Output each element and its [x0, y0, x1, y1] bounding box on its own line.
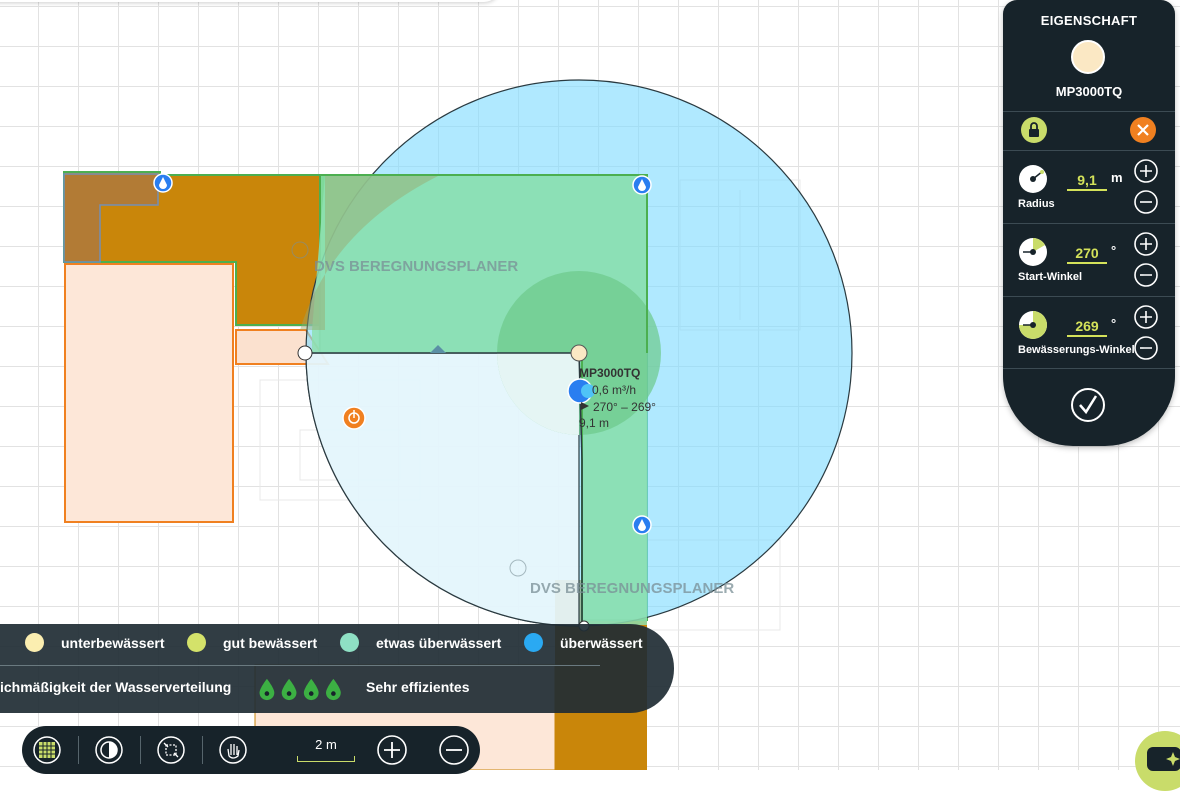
nozzle-color-swatch[interactable] [1071, 40, 1105, 74]
fit-view-icon[interactable] [156, 735, 186, 765]
radius-minus-button[interactable] [1133, 189, 1159, 215]
radius-label: Radius [1018, 198, 1055, 210]
irrigation-angle-unit: ° [1111, 316, 1117, 331]
angle-handle[interactable] [570, 344, 588, 362]
sprinkler-pin-2[interactable] [632, 175, 652, 195]
chat-icon [1147, 747, 1180, 771]
lock-icon[interactable] [1021, 117, 1047, 143]
legend-dot-good [187, 633, 206, 652]
nozzle-model: MP3000TQ [1055, 84, 1123, 99]
legend-bar: t unterbewässert gut bewässert etwas übe… [0, 624, 674, 713]
irrigation-angle-plus-button[interactable] [1133, 304, 1159, 330]
water-tap-icon[interactable] [342, 406, 366, 430]
zoom-out-button[interactable] [438, 734, 470, 766]
top-card [0, 0, 500, 2]
sprinkler-flow-label: 0,6 m³/h [592, 383, 636, 397]
property-panel: EIGENSCHAFT MP3000TQ Radius 9,1 m Start-… [1003, 0, 1175, 446]
contrast-icon[interactable] [94, 735, 124, 765]
sprinkler-angle-label: 270° – 269° [593, 400, 656, 414]
legend-item-over: überwässert [524, 633, 642, 652]
pan-hand-icon[interactable] [218, 735, 248, 765]
sprinkler-model-label: MP3000TQ [579, 366, 640, 380]
start-angle-plus-button[interactable] [1133, 231, 1159, 257]
sprinkler-pin-1[interactable] [153, 173, 173, 193]
svg-text:DVS BEREGNUNGSPLANER: DVS BEREGNUNGSPLANER [314, 258, 518, 275]
radius-handle-left[interactable] [297, 345, 313, 361]
radius-input[interactable]: 9,1 [1067, 172, 1107, 191]
legend-dot-under [25, 633, 44, 652]
radius-unit: m [1111, 170, 1123, 185]
start-angle-dial-icon [1019, 238, 1047, 266]
legend-item-under: unterbewässert [25, 633, 164, 652]
irrigation-angle-minus-button[interactable] [1133, 335, 1159, 361]
sprinkler-pin-3[interactable] [632, 515, 652, 535]
start-angle-label: Start-Winkel [1018, 271, 1083, 283]
irrigation-angle-input[interactable]: 269 [1067, 318, 1107, 337]
panel-title: EIGENSCHAFT [1040, 13, 1138, 28]
terrace-area[interactable] [64, 263, 234, 523]
zoom-in-button[interactable] [376, 734, 408, 766]
grid-toggle-icon[interactable] [32, 735, 62, 765]
assistant-button[interactable] [1135, 731, 1180, 791]
efficiency-drops-icon [259, 678, 341, 701]
irrigation-angle-label: Bewässerungs-Winkel [1018, 344, 1135, 356]
start-angle-unit: ° [1111, 243, 1117, 258]
start-angle-minus-button[interactable] [1133, 262, 1159, 288]
close-icon[interactable] [1130, 117, 1156, 143]
legend-item-slightly-over: etwas überwässert [340, 633, 501, 652]
svg-text:DVS BEREGNUNGSPLANER: DVS BEREGNUNGSPLANER [530, 580, 734, 597]
radius-row: Radius 9,1 m [1003, 150, 1175, 222]
scale-label: 2 m [315, 737, 337, 752]
legend-dot-over [524, 633, 543, 652]
efficiency-label: Sehr effizientes [366, 679, 470, 695]
start-angle-row: Start-Winkel 270 ° [1003, 223, 1175, 295]
irrigation-angle-dial-icon [1019, 311, 1047, 339]
confirm-check-button[interactable] [1069, 386, 1107, 424]
legend-dot-slightly-over [340, 633, 359, 652]
radius-plus-button[interactable] [1133, 158, 1159, 184]
sprinkler-radius-label: 9,1 m [579, 416, 609, 430]
evenness-label: ichmäßigkeit der Wasserverteilung [0, 679, 232, 695]
irrigation-angle-row: Bewässerungs-Winkel 269 ° [1003, 296, 1175, 368]
start-angle-input[interactable]: 270 [1067, 245, 1107, 264]
map-toolbar: 2 m [22, 726, 480, 774]
legend-item-good: gut bewässert [187, 633, 317, 652]
radius-dial-icon [1019, 165, 1047, 193]
scale-bar [297, 756, 355, 762]
